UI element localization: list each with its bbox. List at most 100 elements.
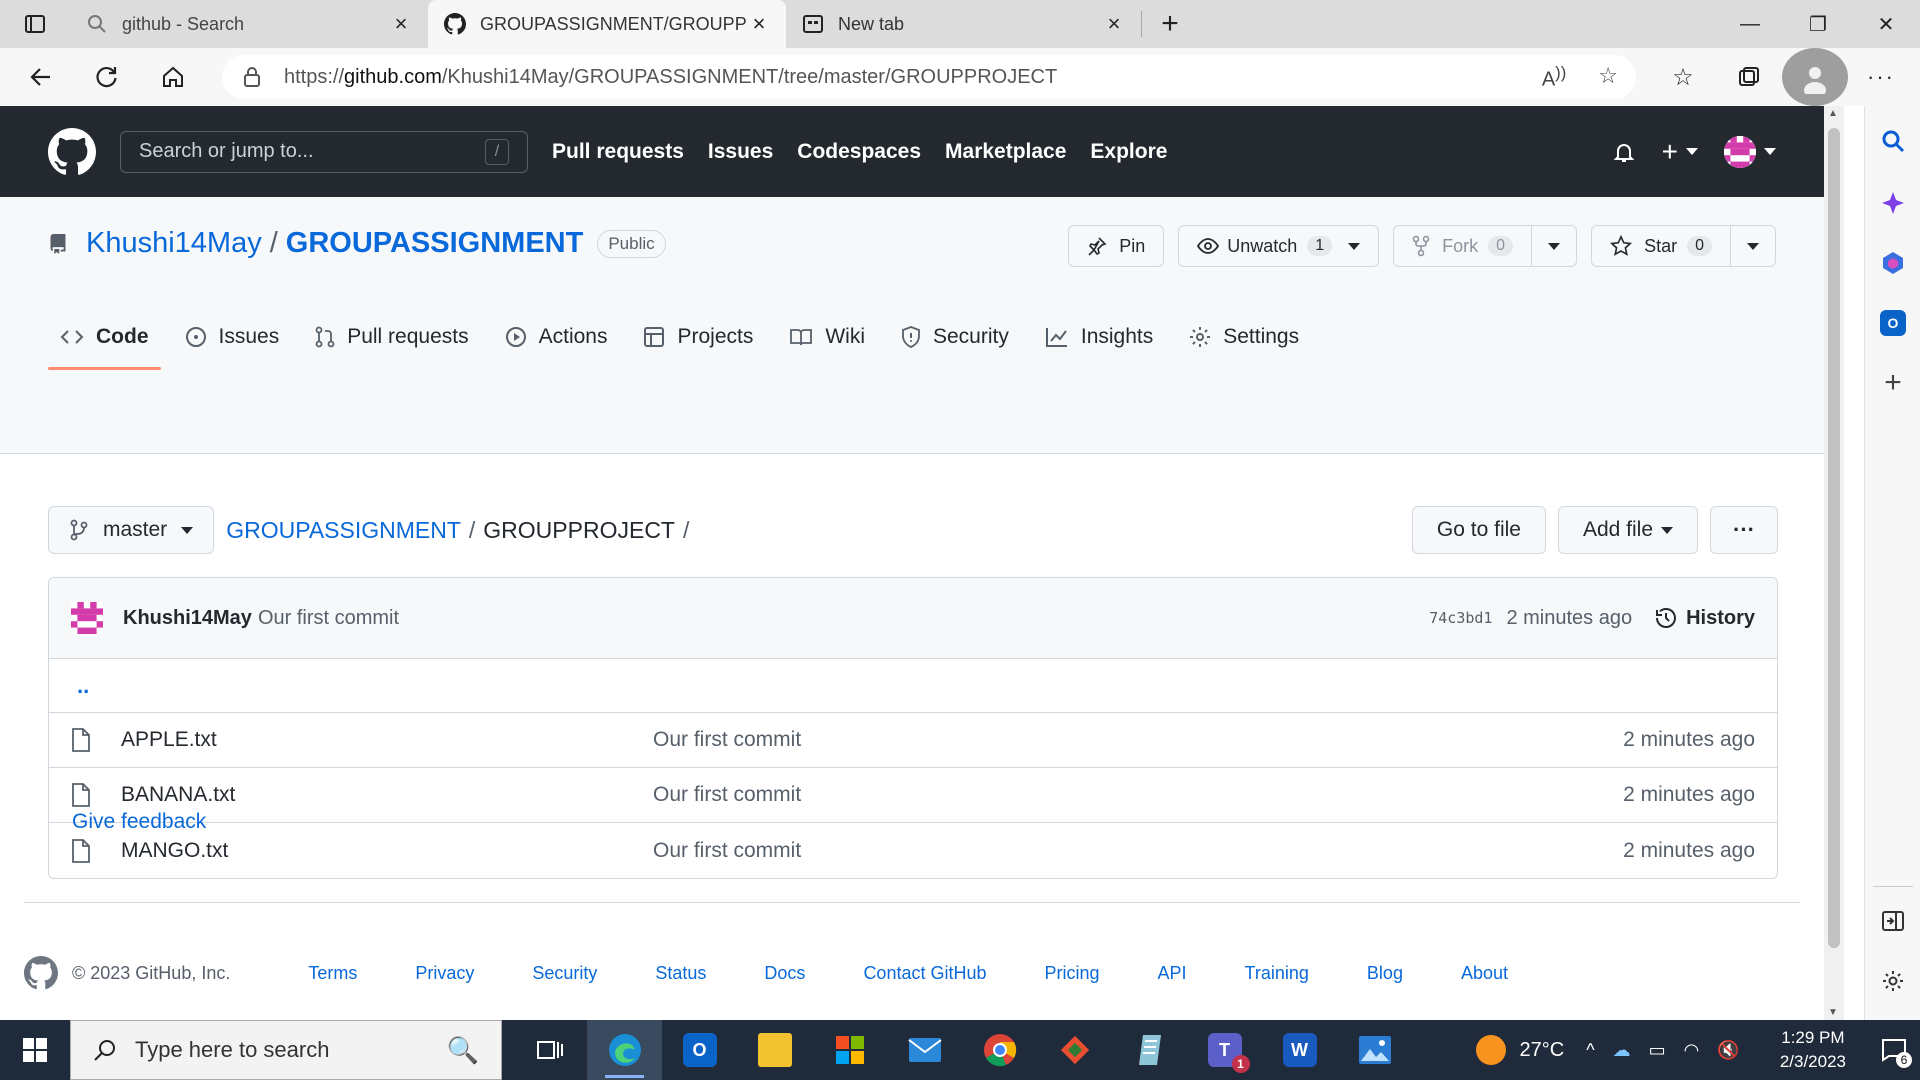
taskbar-word[interactable]: W (1262, 1020, 1337, 1080)
favorites-button[interactable]: ☆ (1650, 48, 1716, 106)
tab-code[interactable]: Code (48, 305, 161, 370)
footer-link-terms[interactable]: Terms (308, 963, 357, 984)
browser-tab-github[interactable]: GROUPASSIGNMENT/GROUPPROJECT × (428, 0, 786, 48)
tab-settings[interactable]: Settings (1177, 305, 1311, 369)
history-link[interactable]: History (1654, 606, 1755, 630)
url-field[interactable]: https://github.com/Khushi14May/GROUPASSI… (222, 55, 1636, 99)
footer-link-pricing[interactable]: Pricing (1045, 963, 1100, 984)
nav-issues[interactable]: Issues (708, 140, 773, 164)
fork-button[interactable]: Fork 0 (1393, 225, 1578, 267)
collections-button[interactable] (1716, 48, 1782, 106)
notification-center-button[interactable]: 6 (1868, 1020, 1920, 1080)
repo-owner-link[interactable]: Khushi14May (86, 227, 262, 260)
tab-issues[interactable]: Issues (173, 305, 292, 369)
github-logo-icon[interactable] (24, 956, 58, 990)
weather-widget[interactable]: 27°C (1475, 1035, 1564, 1065)
create-new-button[interactable]: + (1662, 136, 1698, 168)
avatar[interactable] (71, 602, 103, 634)
footer-link-contact[interactable]: Contact GitHub (863, 963, 986, 984)
commit-author-link[interactable]: Khushi14May (123, 607, 252, 630)
footer-link-training[interactable]: Training (1245, 963, 1309, 984)
read-aloud-icon[interactable]: A)) (1542, 63, 1566, 92)
fork-dropdown[interactable] (1531, 226, 1576, 266)
taskbar-chrome[interactable] (962, 1020, 1037, 1080)
unwatch-button[interactable]: Unwatch 1 (1178, 225, 1380, 267)
clock[interactable]: 1:29 PM 2/3/2023 (1780, 1026, 1846, 1074)
taskbar-search-input[interactable]: Type here to search 🔍 (70, 1020, 502, 1080)
settings-more-button[interactable]: ··· (1848, 48, 1914, 106)
back-button[interactable] (8, 48, 74, 106)
nav-codespaces[interactable]: Codespaces (797, 140, 921, 164)
footer-link-blog[interactable]: Blog (1367, 963, 1403, 984)
sidebar-office-button[interactable] (1878, 248, 1908, 278)
taskbar-notepad[interactable] (1112, 1020, 1187, 1080)
browser-tab-search[interactable]: github - Search × (70, 0, 428, 48)
taskbar-store[interactable] (812, 1020, 887, 1080)
tab-security[interactable]: Security (889, 305, 1021, 369)
onedrive-icon[interactable]: ☁ (1613, 1040, 1631, 1061)
close-icon[interactable]: × (748, 11, 770, 36)
scroll-down-icon[interactable]: ▼ (1828, 1007, 1838, 1018)
nav-pull-requests[interactable]: Pull requests (552, 140, 684, 164)
scroll-up-icon[interactable]: ▲ (1828, 108, 1838, 119)
footer-link-security[interactable]: Security (532, 963, 597, 984)
file-commit-link[interactable]: Our first commit (653, 728, 801, 752)
page-scrollbar[interactable]: ▲ ▼ (1824, 106, 1844, 1020)
star-button[interactable]: Star 0 (1591, 225, 1776, 267)
sidebar-hide-button[interactable] (1878, 906, 1908, 936)
file-commit-link[interactable]: Our first commit (653, 783, 801, 807)
tab-actions[interactable]: Actions (493, 305, 620, 369)
sidebar-outlook-button[interactable]: O (1878, 308, 1908, 338)
commit-message-link[interactable]: Our first commit (258, 607, 399, 630)
tab-actions-button[interactable] (0, 0, 70, 48)
taskbar-photos[interactable] (1337, 1020, 1412, 1080)
scrollbar-thumb[interactable] (1828, 128, 1840, 948)
give-feedback-link[interactable]: Give feedback (72, 810, 206, 834)
file-name-link[interactable]: APPLE.txt (121, 728, 653, 752)
pin-button[interactable]: Pin (1068, 225, 1165, 267)
taskbar-mail[interactable] (887, 1020, 962, 1080)
table-row[interactable]: MANGO.txt Our first commit 2 minutes ago (49, 823, 1777, 878)
start-button[interactable] (0, 1020, 70, 1080)
sidebar-add-button[interactable]: + (1878, 366, 1908, 399)
sidebar-search-button[interactable] (1878, 126, 1908, 156)
home-button[interactable] (140, 48, 206, 106)
taskbar-outlook[interactable]: O (662, 1020, 737, 1080)
github-search-input[interactable]: Search or jump to... / (120, 130, 528, 173)
footer-link-status[interactable]: Status (655, 963, 706, 984)
add-file-button[interactable]: Add file (1557, 506, 1699, 554)
star-dropdown[interactable] (1730, 226, 1775, 266)
user-menu-button[interactable] (1724, 135, 1776, 168)
taskbar-teams[interactable]: T1 (1187, 1020, 1262, 1080)
volume-icon[interactable]: 🔇 (1717, 1040, 1739, 1061)
chevron-up-icon[interactable]: ^ (1586, 1040, 1594, 1061)
task-view-button[interactable] (512, 1020, 587, 1080)
sidebar-discover-button[interactable] (1878, 188, 1908, 218)
window-close-button[interactable]: ✕ (1852, 0, 1920, 48)
footer-link-privacy[interactable]: Privacy (415, 963, 474, 984)
branch-select-button[interactable]: master (48, 506, 215, 554)
go-to-file-button[interactable]: Go to file (1411, 506, 1546, 554)
sidebar-settings-button[interactable] (1878, 966, 1908, 996)
tab-wiki[interactable]: Wiki (777, 305, 877, 369)
add-favorite-icon[interactable]: ☆ (1598, 63, 1618, 92)
new-tab-button[interactable]: + (1142, 0, 1198, 48)
file-name-link[interactable]: MANGO.txt (121, 839, 653, 863)
restore-button[interactable]: ❐ (1784, 0, 1852, 48)
commit-sha-link[interactable]: 74c3bd1 (1429, 609, 1492, 627)
close-icon[interactable]: × (1103, 11, 1125, 36)
table-row[interactable]: BANANA.txt Our first commit 2 minutes ag… (49, 768, 1777, 823)
file-name-link[interactable]: BANANA.txt (121, 783, 653, 807)
nav-explore[interactable]: Explore (1090, 140, 1167, 164)
github-logo-icon[interactable] (48, 127, 96, 176)
bell-icon[interactable] (1612, 140, 1636, 164)
profile-button[interactable] (1782, 48, 1848, 106)
footer-link-docs[interactable]: Docs (764, 963, 805, 984)
breadcrumb-repo-link[interactable]: GROUPASSIGNMENT (226, 517, 461, 544)
tab-pull-requests[interactable]: Pull requests (303, 305, 480, 369)
taskbar-git[interactable] (1037, 1020, 1112, 1080)
nav-marketplace[interactable]: Marketplace (945, 140, 1066, 164)
file-commit-link[interactable]: Our first commit (653, 839, 801, 863)
tab-projects[interactable]: Projects (631, 305, 765, 369)
footer-link-about[interactable]: About (1461, 963, 1508, 984)
